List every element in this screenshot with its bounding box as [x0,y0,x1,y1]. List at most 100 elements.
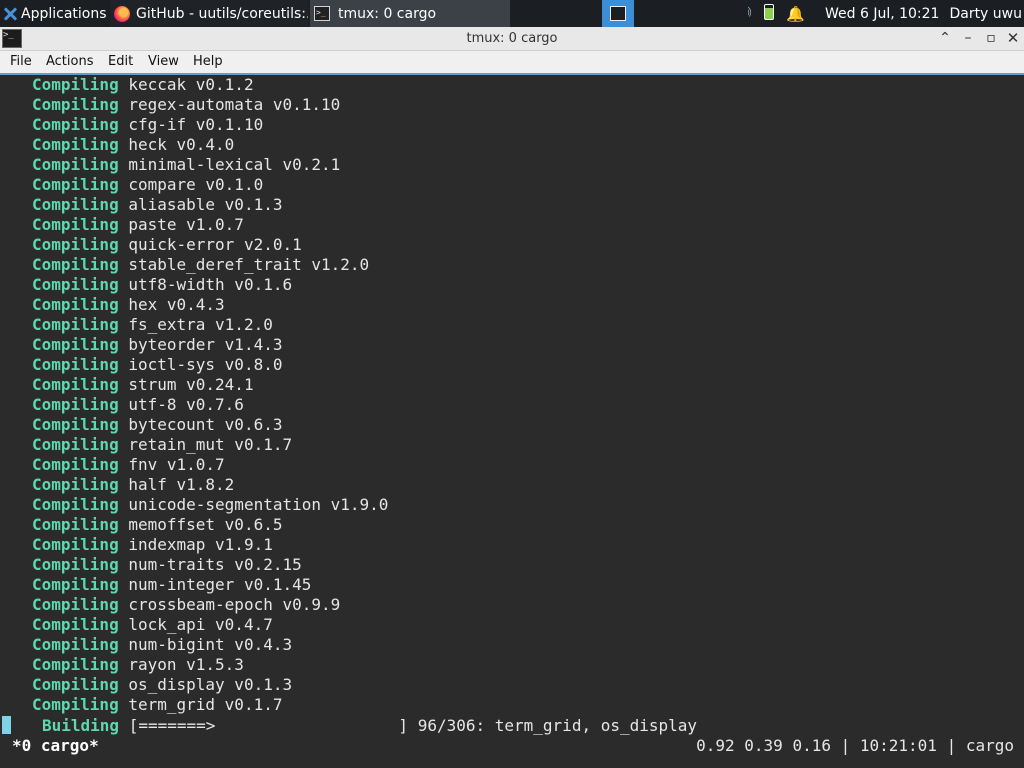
log-line: Compiling half v1.8.2 [32,475,234,495]
log-line: Compiling num-integer v0.1.45 [32,575,311,595]
terminal-output[interactable]: Compiling keccak v0.1.2 Compiling regex-a… [0,75,1024,768]
compiling-label: Compiling [32,95,119,114]
taskbar-item-label: tmux: 0 cargo [338,5,437,22]
log-line: Compiling lock_api v0.4.7 [32,615,273,635]
compiling-label: Compiling [32,375,119,394]
compiling-label: Compiling [32,175,119,194]
crate-name: hex v0.4.3 [128,295,225,314]
taskbar-item-terminal[interactable]: tmux: 0 cargo [310,0,510,27]
compiling-label: Compiling [32,415,119,434]
compiling-label: Compiling [32,335,119,354]
log-line: Compiling os_display v0.1.3 [32,675,292,695]
compiling-label: Compiling [32,455,119,474]
workspace-switcher[interactable] [602,0,634,27]
log-line: Compiling unicode-segmentation v1.9.0 [32,495,388,515]
log-line: Compiling strum v0.24.1 [32,375,254,395]
build-progress-line: Building [=======> ] 96/306: term_grid, … [42,716,697,736]
menu-view[interactable]: View [148,51,179,73]
log-line: Compiling utf-8 v0.7.6 [32,395,244,415]
crate-name: bytecount v0.6.3 [128,415,283,434]
compiling-label: Compiling [32,675,119,694]
window-titlebar[interactable]: >_ tmux: 0 cargo ⌃ – ▫ ✕ [0,27,1024,51]
compiling-label: Compiling [32,515,119,534]
clock[interactable]: Wed 6 Jul, 10:21 [825,6,939,22]
crate-name: num-traits v0.2.15 [128,555,302,574]
log-line: Compiling memoffset v0.6.5 [32,515,282,535]
log-line: Compiling compare v0.1.0 [32,175,263,195]
log-line: Compiling byteorder v1.4.3 [32,335,282,355]
crate-name: cfg-if v0.1.10 [128,115,264,134]
compiling-label: Compiling [32,255,119,274]
notification-bell-icon[interactable]: 🔔 [786,5,805,23]
crate-name: paste v1.0.7 [128,215,244,234]
crate-name: indexmap v1.9.1 [128,535,273,554]
crate-name: lock_api v0.4.7 [128,615,273,634]
log-line: Compiling retain_mut v0.1.7 [32,435,292,455]
compiling-label: Compiling [32,555,119,574]
crate-name: regex-automata v0.1.10 [128,95,341,114]
log-line: Compiling regex-automata v0.1.10 [32,95,340,115]
crate-name: retain_mut v0.1.7 [128,435,293,454]
log-line: Compiling heck v0.4.0 [32,135,234,155]
compiling-label: Compiling [32,575,119,594]
menu-edit[interactable]: Edit [108,51,133,73]
compiling-label: Compiling [32,595,119,614]
taskbar-item-firefox[interactable]: GitHub - uutils/coreutils:... [110,0,308,27]
crate-name: keccak v0.1.2 [128,75,254,94]
crate-name: ioctl-sys v0.8.0 [128,355,283,374]
log-line: Compiling minimal-lexical v0.2.1 [32,155,340,175]
log-line: Compiling crossbeam-epoch v0.9.9 [32,595,340,615]
crate-name: byteorder v1.4.3 [128,335,283,354]
menu-file[interactable]: File [10,51,32,73]
log-line: Compiling cfg-if v0.1.10 [32,115,263,135]
top-panel: Applications GitHub - uutils/coreutils:.… [0,0,1024,27]
compiling-label: Compiling [32,315,119,334]
compiling-label: Compiling [32,395,119,414]
log-line: Compiling keccak v0.1.2 [32,75,254,95]
maximize-button[interactable]: ▫ [980,27,1002,50]
log-line: Compiling fnv v1.0.7 [32,455,225,475]
user-menu[interactable]: Darty uwu [949,6,1022,22]
menu-actions[interactable]: Actions [46,51,94,73]
progress-bar-text: [=======> ] 96/306: term_grid, os_displa… [128,716,698,735]
log-line: Compiling quick-error v2.0.1 [32,235,302,255]
compiling-label: Compiling [32,615,119,634]
close-button[interactable]: ✕ [1002,27,1024,50]
crate-name: os_display v0.1.3 [128,675,293,694]
compiling-label: Compiling [32,195,119,214]
compiling-label: Compiling [32,495,119,514]
battery-icon[interactable] [764,3,775,24]
crate-name: term_grid v0.1.7 [128,695,283,714]
minimize-button[interactable]: – [957,27,979,50]
crate-name: crossbeam-epoch v0.9.9 [128,595,341,614]
tmux-status-right: 0.92 0.39 0.16 | 10:21:01 | cargo [696,736,1014,755]
compiling-label: Compiling [32,215,119,234]
taskbar-item-label: GitHub - uutils/coreutils:... [136,5,308,22]
log-line: Compiling fs_extra v1.2.0 [32,315,273,335]
compiling-label: Compiling [32,295,119,314]
volume-icon[interactable]: 🔊 [748,5,752,23]
window-title: tmux: 0 cargo [466,31,558,46]
crate-name: fnv v1.0.7 [128,455,225,474]
crate-name: compare v0.1.0 [128,175,264,194]
terminal-icon [314,6,330,21]
crate-name: num-bigint v0.4.3 [128,635,293,654]
shade-button[interactable]: ⌃ [934,27,956,50]
crate-name: fs_extra v1.2.0 [128,315,273,334]
log-line: Compiling bytecount v0.6.3 [32,415,282,435]
compiling-label: Compiling [32,435,119,454]
crate-name: unicode-segmentation v1.9.0 [128,495,389,514]
log-line: Compiling num-traits v0.2.15 [32,555,302,575]
compiling-label: Compiling [32,75,119,94]
xfce-logo-icon [3,7,17,21]
firefox-icon [114,5,130,22]
compiling-label: Compiling [32,655,119,674]
tmux-window-indicator[interactable]: *0 cargo* [12,736,99,756]
applications-menu-button[interactable]: Applications [0,0,108,27]
crate-name: utf-8 v0.7.6 [128,395,244,414]
crate-name: minimal-lexical v0.2.1 [128,155,341,174]
log-line: Compiling ioctl-sys v0.8.0 [32,355,282,375]
log-line: Compiling rayon v1.5.3 [32,655,244,675]
menu-help[interactable]: Help [193,51,223,73]
crate-name: rayon v1.5.3 [128,655,244,674]
